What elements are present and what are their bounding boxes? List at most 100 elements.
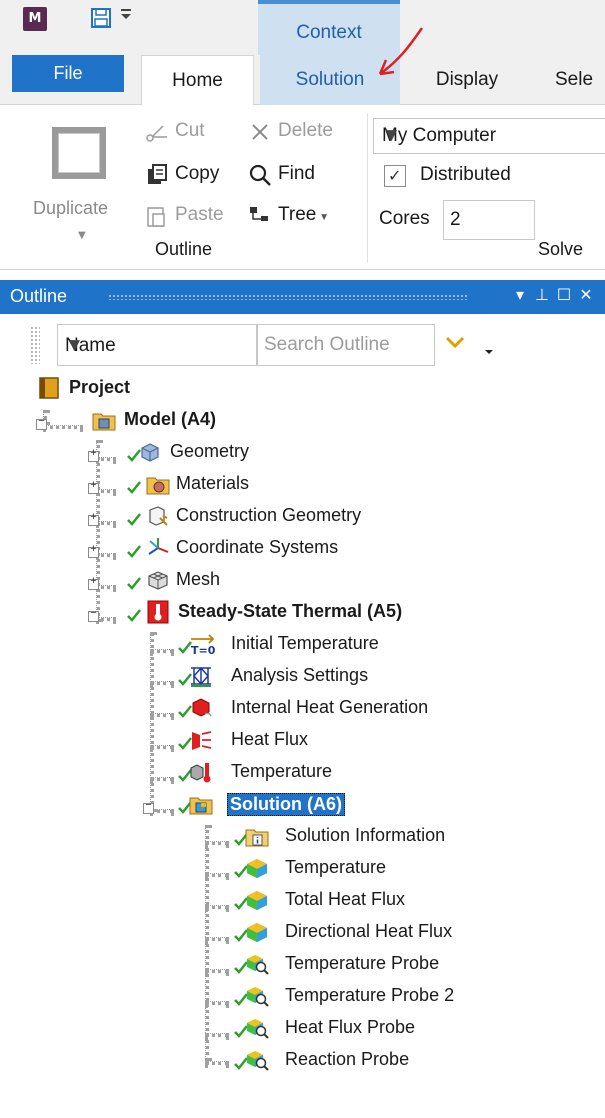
- find-label: Find: [278, 163, 315, 184]
- tree-connector: [96, 440, 100, 622]
- chevron-down-icon: ▼: [65, 335, 84, 356]
- find-button[interactable]: Find: [248, 160, 348, 190]
- solve-group-label: Solve: [538, 239, 584, 259]
- quick-access-dropdown-icon[interactable]: [120, 8, 132, 22]
- tree-label: Temperature Probe: [285, 953, 440, 973]
- chevron-down-icon: ▼: [316, 212, 330, 223]
- copy-label: Copy: [175, 163, 220, 184]
- tree-connector: [150, 745, 174, 749]
- checkmark-icon: ✓: [388, 166, 402, 185]
- tab-file[interactable]: File: [12, 55, 124, 92]
- pane-menu-icon[interactable]: ▾: [509, 285, 531, 304]
- tree-connector: [205, 969, 229, 973]
- delete-button[interactable]: Delete: [248, 117, 348, 147]
- tree-label-text: Tree: [278, 204, 317, 225]
- ribbon-home-panel: Duplicate ▼ Cut Delete Copy Find Paste T…: [0, 105, 605, 270]
- toolbar-grip[interactable]: [30, 326, 40, 364]
- tree-label: Project: [69, 377, 131, 397]
- result-contour-icon: [247, 859, 267, 878]
- search-options-icon[interactable]: [443, 330, 503, 360]
- tree-connector: [205, 1001, 229, 1005]
- probe-icon: [247, 955, 269, 975]
- cut-label: Cut: [175, 120, 205, 141]
- copy-button[interactable]: Copy: [145, 160, 240, 190]
- cores-label: Cores: [379, 208, 430, 229]
- paste-label: Paste: [175, 204, 224, 225]
- tree-label: Directional Heat Flux: [285, 921, 453, 941]
- tree-connector: [96, 617, 116, 621]
- collapse-toggle[interactable]: −: [143, 800, 154, 814]
- tab-select[interactable]: Sele: [555, 55, 605, 105]
- pin-icon[interactable]: ⊥: [531, 285, 553, 304]
- check-icon: [127, 577, 141, 590]
- thermometer-icon: [147, 600, 169, 624]
- expand-toggle[interactable]: +: [88, 448, 99, 462]
- tree-label: Coordinate Systems: [176, 537, 339, 557]
- tree-label: Mesh: [176, 569, 221, 589]
- title-bar: M Context: [0, 0, 605, 55]
- expand-toggle[interactable]: +: [88, 576, 99, 590]
- tree-connector: [205, 1033, 229, 1037]
- tree-button[interactable]: Tree ▼: [248, 201, 348, 231]
- scissors-icon: [146, 125, 167, 142]
- collapse-toggle[interactable]: −: [88, 608, 99, 622]
- outline-group-label: Outline: [155, 239, 213, 259]
- duplicate-button[interactable]: Duplicate ▼: [30, 115, 134, 245]
- distributed-checkbox[interactable]: ✓: [384, 165, 406, 187]
- maximize-icon[interactable]: ☐: [553, 285, 575, 304]
- tree-connector: [96, 585, 116, 589]
- tree-connector: [96, 457, 116, 461]
- info-folder-icon: [245, 829, 269, 847]
- tree-label: Reaction Probe: [285, 1049, 410, 1069]
- solution-folder-icon: [189, 797, 213, 815]
- tree-label: Internal Heat Generation: [231, 697, 429, 717]
- tree-connector: [205, 905, 229, 909]
- tree-label: Materials: [176, 473, 250, 493]
- chevron-down-icon: ▼: [78, 230, 86, 241]
- tab-home[interactable]: Home: [141, 55, 254, 106]
- search-input[interactable]: [257, 324, 435, 366]
- tree-label: Tree ▼: [278, 204, 329, 226]
- tree-label: Construction Geometry: [176, 505, 362, 525]
- filter-type-select[interactable]: Name ▼: [57, 324, 257, 366]
- heat-flux-icon: [192, 731, 212, 750]
- annotation-arrow-icon: [378, 27, 424, 76]
- expand-toggle[interactable]: +: [88, 512, 99, 526]
- save-icon[interactable]: [90, 7, 112, 29]
- app-logo[interactable]: M: [23, 7, 47, 31]
- coordinate-axes-icon: [148, 538, 169, 555]
- tree-connector: [96, 521, 116, 525]
- solver-location-select[interactable]: My Computer ▼: [373, 118, 605, 154]
- tree-label: Initial Temperature: [231, 633, 379, 653]
- tree-label: Model (A4): [124, 409, 216, 429]
- outline-pane-header: Outline ▾ ⊥ ☐ ✕: [0, 280, 605, 314]
- initial-temperature-icon-text: T=0: [191, 644, 216, 656]
- app-logo-letter: M: [28, 11, 42, 26]
- clipboard-icon: [147, 207, 165, 227]
- tree-connector: [205, 873, 229, 877]
- tree-label: Analysis Settings: [231, 665, 369, 685]
- check-icon: [127, 481, 141, 494]
- probe-icon: [247, 1051, 269, 1071]
- tree-label: Geometry: [170, 441, 250, 461]
- expand-toggle[interactable]: +: [88, 544, 99, 558]
- tree-label: Total Heat Flux: [285, 889, 406, 909]
- tree-icon: [250, 207, 268, 221]
- paste-button[interactable]: Paste: [145, 201, 240, 231]
- cut-button[interactable]: Cut: [145, 117, 240, 147]
- result-contour-icon: [247, 891, 267, 910]
- analysis-settings-icon: [191, 666, 211, 687]
- collapse-toggle[interactable]: −: [36, 416, 47, 430]
- tree-label: Solution Information: [285, 825, 446, 845]
- search-icon: [249, 164, 271, 186]
- duplicate-icon: [52, 127, 106, 179]
- geometry-icon: [141, 443, 159, 462]
- drag-grip[interactable]: [108, 294, 468, 300]
- cores-input[interactable]: 2: [443, 200, 535, 240]
- outline-title: Outline: [10, 286, 68, 306]
- expand-toggle[interactable]: +: [88, 480, 99, 494]
- tree-connector: [205, 937, 229, 941]
- tree-label: Heat Flux Probe: [285, 1017, 416, 1037]
- close-icon[interactable]: ✕: [575, 285, 597, 304]
- tree-label: Temperature Probe 2: [285, 985, 455, 1005]
